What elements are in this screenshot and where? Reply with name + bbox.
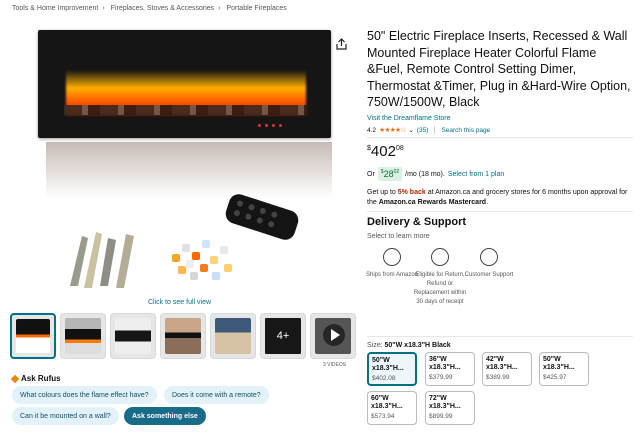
thumbnail[interactable] [110, 313, 156, 359]
headset-icon [480, 248, 498, 266]
divider [367, 211, 633, 212]
thumbnail-strip: 4+ [10, 313, 356, 359]
chevron-down-icon[interactable]: ⌄ [408, 126, 413, 134]
divider [367, 137, 633, 138]
fireplace-photo [38, 30, 331, 138]
delivery-support-title: Delivery & Support [367, 216, 467, 228]
star-rating-icon[interactable]: ★★★★☆ [379, 126, 406, 134]
crystal-beads-photo [166, 232, 236, 288]
price: $402 08 [367, 143, 404, 160]
monthly-payment: Or $28 02 /mo (18 mo). Select from 1 plan [367, 167, 505, 181]
breadcrumb-item[interactable]: Portable Fireplaces [226, 5, 286, 12]
cashback-offer: Get up to 5% back at Amazon.ca and groce… [367, 189, 628, 206]
thumbnail[interactable] [210, 313, 256, 359]
store-link[interactable]: Visit the Dreamflame Store [367, 115, 451, 122]
share-icon[interactable] [336, 38, 347, 50]
search-page-link[interactable]: Search this page [441, 127, 490, 134]
size-option[interactable]: 50"W x18.3"H... $425.97 [539, 352, 589, 386]
breadcrumb-item[interactable]: Fireplaces, Stoves & Accessories [111, 5, 215, 12]
sparkle-icon [10, 374, 20, 383]
video-thumbnail[interactable] [310, 313, 356, 359]
rufus-chip[interactable]: Can it be mounted on a wall? [12, 407, 119, 425]
divider [367, 336, 633, 337]
size-option[interactable]: 42"W x18.3"H... $389.99 [482, 352, 532, 386]
size-option[interactable]: 36"W x18.3"H... $379.99 [425, 352, 475, 386]
breadcrumb: Tools & Home Improvement › Fireplaces, St… [12, 5, 287, 12]
breadcrumb-item[interactable]: Tools & Home Improvement [12, 5, 98, 12]
size-label: Size: 50"W x18.3"H Black [367, 342, 451, 349]
rating-value: 4.2 [367, 126, 377, 134]
rufus-heading: Ask Rufus [10, 374, 61, 383]
videos-label: 3 VIDEOS [323, 362, 347, 368]
feature-customer-support[interactable]: Customer Support [459, 248, 519, 280]
truck-icon [383, 248, 401, 266]
thumbnail[interactable] [60, 313, 106, 359]
thumbnail[interactable] [10, 313, 56, 359]
size-option[interactable]: 60"W x18.3"H... $573.94 [367, 391, 417, 425]
size-option[interactable]: 50"W x18.3"H... $402.08 [367, 352, 417, 386]
thumbnail[interactable] [160, 313, 206, 359]
select-plan-link[interactable]: Select from 1 plan [448, 171, 504, 178]
card-link[interactable]: Amazon.ca Rewards Mastercard [379, 199, 486, 206]
more-images-count: 4+ [265, 318, 301, 354]
full-view-link[interactable]: Click to see full view [148, 299, 211, 306]
monthly-price-badge: $28 02 [377, 167, 403, 181]
return-icon [431, 248, 449, 266]
product-title: 50" Electric Fireplace Inserts, Recessed… [367, 29, 631, 109]
ask-something-else-button[interactable]: Ask something else [124, 407, 206, 425]
rufus-chip[interactable]: Does it come with a remote? [164, 386, 269, 404]
review-count[interactable]: (35) [417, 127, 429, 134]
fireplace-reflection [46, 142, 332, 198]
size-option[interactable]: 72"W x18.3"H... $899.99 [425, 391, 475, 425]
rufus-chip[interactable]: What colours does the flame effect have? [12, 386, 157, 404]
delivery-support-subtitle: Select to learn more [367, 233, 430, 240]
mounting-legs-photo [70, 232, 134, 288]
thumbnail-more[interactable]: 4+ [260, 313, 306, 359]
rating-row: 4.2 ★★★★☆ ⌄ (35) Search this page [367, 126, 490, 134]
play-icon [323, 324, 345, 346]
